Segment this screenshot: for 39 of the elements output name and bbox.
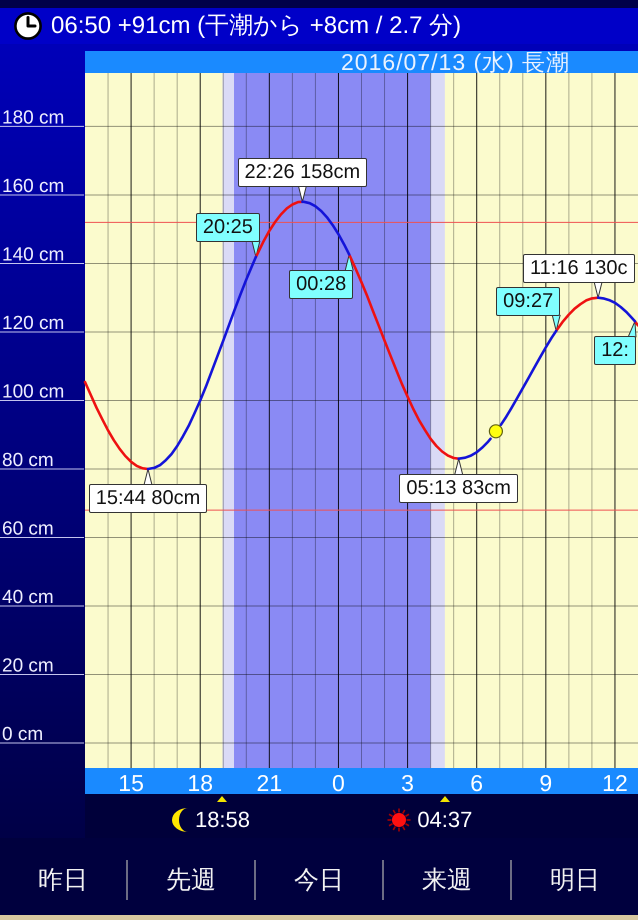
sun-icon bbox=[387, 808, 412, 832]
high-low-callout: 15:44 80cm bbox=[88, 484, 208, 513]
time-axis-label: 12 bbox=[602, 770, 628, 794]
y-axis-label: 20 cm bbox=[2, 656, 54, 676]
clock-icon bbox=[14, 12, 42, 40]
time-callout: 09:27 bbox=[496, 286, 560, 316]
time-axis-label: 0 bbox=[332, 770, 345, 794]
time-callout: 20:25 bbox=[196, 212, 260, 242]
y-axis-label: 0 cm bbox=[2, 724, 44, 745]
nav-button[interactable]: 来週 bbox=[382, 860, 510, 900]
moon-icon bbox=[170, 807, 189, 833]
time-callout: 12: bbox=[594, 336, 636, 366]
nav-button[interactable]: 明日 bbox=[510, 860, 638, 900]
time-axis-label: 9 bbox=[539, 770, 552, 794]
time-callout: 00:28 bbox=[289, 270, 354, 299]
time-axis-label: 18 bbox=[187, 770, 213, 794]
y-axis-label: 80 cm bbox=[2, 450, 54, 471]
status-text: 06:50 +91cm (干潮から +8cm / 2.7 分) bbox=[51, 11, 462, 41]
high-low-callout: 05:13 83cm bbox=[399, 474, 518, 503]
y-axis-label: 40 cm bbox=[2, 586, 54, 608]
triangle-marker-icon bbox=[217, 796, 228, 802]
nav-button[interactable]: 昨日 bbox=[0, 860, 126, 900]
time-text: 04:37 bbox=[417, 806, 472, 834]
nav-button[interactable]: 先週 bbox=[126, 860, 254, 900]
high-low-callout: 22:26 158cm bbox=[238, 158, 368, 187]
y-axis-label: 180 cm bbox=[2, 107, 64, 128]
triangle-marker-icon bbox=[440, 796, 450, 802]
y-axis-label: 160 cm bbox=[2, 176, 64, 197]
y-axis-label: 120 cm bbox=[2, 312, 64, 334]
y-axis-label: 100 cm bbox=[2, 381, 64, 402]
time-axis-label: 21 bbox=[256, 770, 282, 794]
y-axis-label: 60 cm bbox=[2, 518, 54, 540]
high-low-callout: 11:16 130c bbox=[523, 254, 635, 283]
time-axis-label: 6 bbox=[470, 770, 484, 794]
time-text: 18:58 bbox=[194, 806, 250, 834]
time-axis-label: 15 bbox=[118, 770, 144, 794]
y-axis-label: 140 cm bbox=[2, 244, 64, 266]
nav-button[interactable]: 今日 bbox=[254, 860, 382, 900]
time-axis-label: 3 bbox=[401, 770, 414, 794]
